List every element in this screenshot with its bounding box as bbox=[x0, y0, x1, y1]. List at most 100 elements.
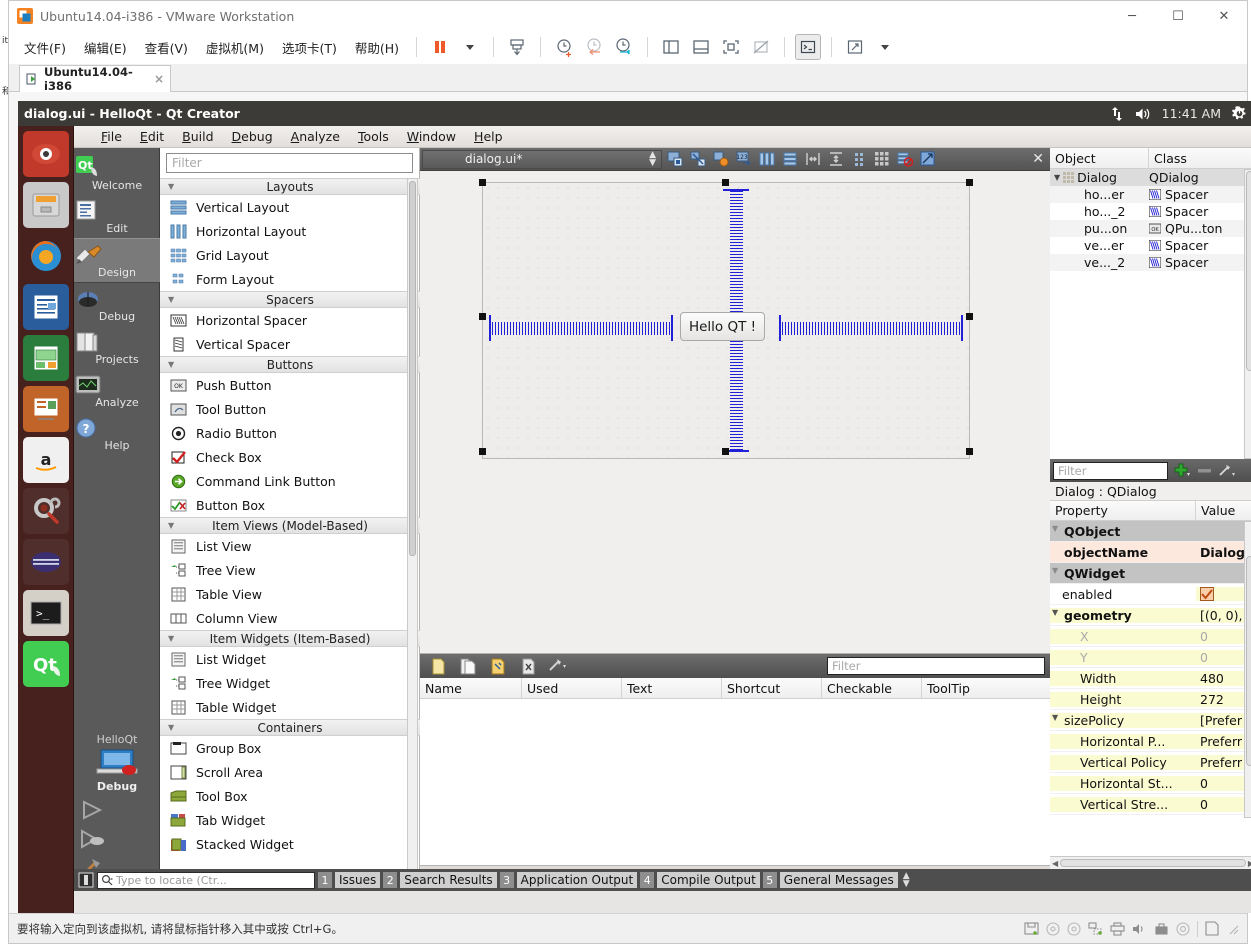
form-canvas[interactable]: Hello QT ! bbox=[420, 171, 1050, 654]
vmware-menu-edit[interactable]: 编辑(E) bbox=[75, 34, 136, 61]
layout-vertical-icon[interactable] bbox=[780, 150, 800, 169]
expander-icon[interactable]: ▼ bbox=[1054, 173, 1060, 182]
property-value[interactable]: 272 bbox=[1196, 691, 1251, 707]
snapshot-settings-icon[interactable] bbox=[611, 34, 637, 60]
qt-creator-icon[interactable]: Qt bbox=[22, 641, 69, 687]
output-pane-issues[interactable]: 1 Issues bbox=[318, 871, 381, 889]
mode-debug[interactable]: Debug bbox=[74, 283, 160, 326]
break-layout-icon[interactable] bbox=[895, 150, 915, 169]
edit-widgets-icon[interactable] bbox=[665, 150, 685, 169]
ubuntu-software-icon[interactable] bbox=[22, 539, 69, 585]
property-objectname[interactable]: objectName Dialog bbox=[1050, 542, 1251, 563]
stretch-icon[interactable] bbox=[842, 34, 868, 60]
property-sizepolicy[interactable]: ▼ sizePolicy [Prefer bbox=[1050, 710, 1251, 731]
property-value[interactable]: 480 bbox=[1196, 670, 1251, 686]
property-editor-scrollbar[interactable] bbox=[1244, 521, 1251, 818]
object-inspector-scrollbar-thumb[interactable] bbox=[1246, 171, 1251, 371]
power-gear-icon[interactable] bbox=[1232, 106, 1247, 121]
qtc-menu-debug[interactable]: Debug bbox=[223, 127, 282, 146]
widget-item-list-widget[interactable]: List Widget bbox=[160, 647, 420, 671]
object-inspector-rows[interactable]: ▼ Dialog QDialog ho...er Spacer ho..._2 … bbox=[1050, 169, 1251, 271]
vmware-menu-view[interactable]: 查看(V) bbox=[136, 34, 197, 61]
widget-item-push-button[interactable]: OK Push Button bbox=[160, 373, 420, 397]
copy-action-icon[interactable] bbox=[456, 656, 480, 676]
widget-item-table-widget[interactable]: Table Widget bbox=[160, 695, 420, 719]
action-editor-grid[interactable] bbox=[420, 699, 1050, 866]
vm-tab-ubuntu[interactable]: Ubuntu14.04-i386 × bbox=[19, 65, 171, 93]
selection-handle-middle-right[interactable] bbox=[966, 313, 973, 320]
property-group-qwidget[interactable]: ▼ QWidget bbox=[1050, 563, 1251, 584]
vertical-spacer-bottom[interactable] bbox=[715, 327, 757, 452]
chevron-down-icon[interactable]: ▼ bbox=[1052, 566, 1058, 575]
locator-input[interactable]: Type to locate (Ctr... bbox=[97, 871, 315, 889]
dialog-form[interactable]: Hello QT ! bbox=[482, 182, 970, 459]
output-pane-general-messages[interactable]: 5 General Messages bbox=[762, 871, 898, 889]
harddisk-icon[interactable] bbox=[1024, 921, 1039, 936]
object-row-vspacer-2[interactable]: ve..._2 Spacer bbox=[1050, 254, 1251, 271]
selection-handle-top-center[interactable] bbox=[722, 179, 729, 186]
add-property-icon[interactable] bbox=[1174, 463, 1191, 478]
selection-handle-bottom-right[interactable] bbox=[966, 448, 973, 455]
adjust-size-icon[interactable] bbox=[918, 150, 938, 169]
floppy-icon[interactable] bbox=[1205, 921, 1219, 936]
property-value[interactable]: 0 bbox=[1196, 649, 1251, 665]
property-editor-hscrollbar-thumb[interactable] bbox=[1060, 859, 1246, 867]
snapshot-manager-icon[interactable] bbox=[551, 34, 577, 60]
action-column-checkable[interactable]: Checkable bbox=[822, 678, 922, 698]
property-value[interactable]: 0 bbox=[1196, 628, 1251, 644]
layout-splitter-v-icon[interactable] bbox=[826, 150, 846, 169]
open-file-combo[interactable]: dialog.ui* ▲ ▼ bbox=[422, 149, 662, 169]
remove-property-icon[interactable] bbox=[1197, 463, 1212, 478]
vmware-menu-help[interactable]: 帮助(H) bbox=[346, 34, 408, 61]
qtc-menu-edit[interactable]: Edit bbox=[131, 127, 173, 146]
widget-item-tool-button[interactable]: Tool Button bbox=[160, 397, 420, 421]
maximize-button[interactable]: ☐ bbox=[1155, 1, 1201, 31]
property-vertical-stretch[interactable]: Vertical Stre... 0 bbox=[1050, 794, 1251, 815]
action-column-shortcut[interactable]: Shortcut bbox=[722, 678, 822, 698]
widget-category-item-widgets[interactable]: ▼ Item Widgets (Item-Based) bbox=[160, 630, 420, 647]
widget-item-check-box[interactable]: Check Box bbox=[160, 445, 420, 469]
property-filter-input[interactable]: Filter bbox=[1053, 461, 1168, 480]
property-column-value[interactable]: Value bbox=[1196, 501, 1244, 520]
qtc-menu-file[interactable]: FFileile bbox=[92, 127, 131, 146]
pause-icon[interactable] bbox=[427, 34, 453, 60]
hello-qt-push-button[interactable]: Hello QT ! bbox=[680, 312, 765, 341]
libreoffice-calc-icon[interactable] bbox=[22, 335, 69, 381]
property-column-property[interactable]: Property bbox=[1050, 501, 1196, 520]
layout-form-icon[interactable] bbox=[849, 150, 869, 169]
volume-icon[interactable] bbox=[1135, 107, 1151, 121]
property-editor-hscrollbar[interactable]: ◀ ▶ bbox=[1050, 856, 1251, 869]
widget-item-table-view[interactable]: Table View bbox=[160, 582, 420, 606]
widget-category-spacers[interactable]: ▼ Spacers bbox=[160, 291, 420, 308]
widget-item-horizontal-layout[interactable]: Horizontal Layout bbox=[160, 219, 420, 243]
widget-item-tab-widget[interactable]: Tab Widget bbox=[160, 808, 420, 832]
close-editor-icon[interactable]: ✕ bbox=[1032, 151, 1044, 167]
action-column-name[interactable]: Name bbox=[420, 678, 522, 698]
cdrom2-icon[interactable] bbox=[1067, 921, 1081, 936]
property-horizontal-policy[interactable]: Horizontal P... Preferr bbox=[1050, 731, 1251, 752]
delete-action-icon[interactable] bbox=[516, 656, 540, 676]
ubuntu-clock[interactable]: 11:41 AM bbox=[1162, 106, 1221, 121]
qtc-menu-tools[interactable]: Tools bbox=[349, 127, 398, 146]
run-icon[interactable] bbox=[74, 798, 160, 822]
stretch-dropdown-icon[interactable] bbox=[872, 34, 898, 60]
output-pane-compile-output[interactable]: 4 Compile Output bbox=[640, 871, 760, 889]
layout-horizontal-icon[interactable] bbox=[757, 150, 777, 169]
vmware-menu-tabs[interactable]: 选项卡(T) bbox=[273, 34, 346, 61]
property-geometry-x[interactable]: X 0 bbox=[1050, 626, 1251, 647]
show-two-pane-icon[interactable] bbox=[658, 34, 684, 60]
build-config-label[interactable]: Debug bbox=[74, 780, 160, 793]
ubuntu-dash-icon[interactable] bbox=[22, 131, 69, 177]
widget-item-scroll-area[interactable]: Scroll Area bbox=[160, 760, 420, 784]
widget-item-group-box[interactable]: Group Box bbox=[160, 736, 420, 760]
edit-buddies-icon[interactable] bbox=[711, 150, 731, 169]
widget-item-vertical-layout[interactable]: Vertical Layout bbox=[160, 195, 420, 219]
edit-signals-slots-icon[interactable] bbox=[688, 150, 708, 169]
widget-item-command-link-button[interactable]: Command Link Button bbox=[160, 469, 420, 493]
mode-design[interactable]: Design bbox=[74, 238, 160, 283]
mode-edit[interactable]: Edit bbox=[74, 195, 160, 238]
property-geometry-width[interactable]: Width 480 bbox=[1050, 668, 1251, 689]
dropdown-arrow-icon[interactable] bbox=[457, 34, 483, 60]
view-mode-icon[interactable] bbox=[546, 656, 570, 676]
fullscreen-icon[interactable] bbox=[718, 34, 744, 60]
